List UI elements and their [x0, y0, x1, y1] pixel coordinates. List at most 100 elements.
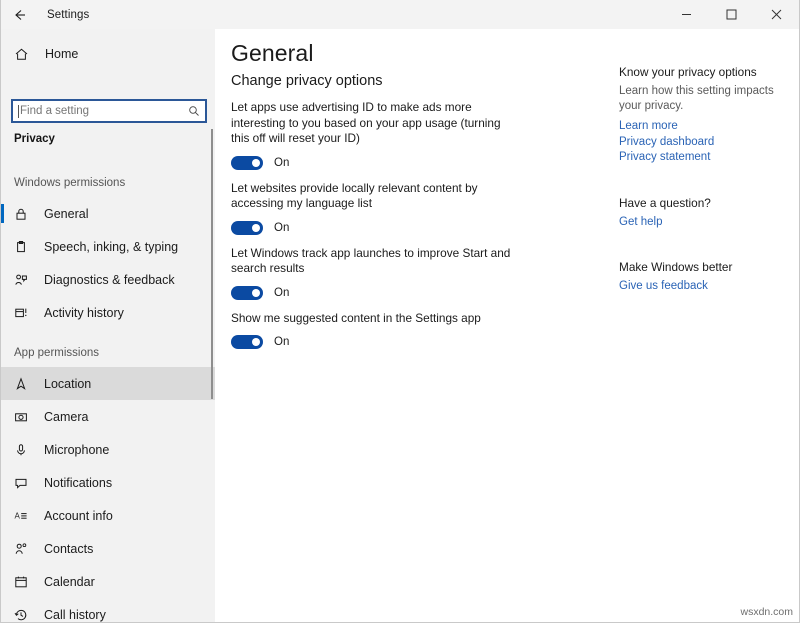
- setting-description: Let apps use advertising ID to make ads …: [231, 100, 521, 147]
- sidebar-item-label: Notifications: [44, 476, 112, 490]
- link-privacy-dashboard[interactable]: Privacy dashboard: [619, 135, 794, 151]
- minimize-icon: [681, 9, 692, 20]
- advertising-id-toggle[interactable]: [231, 156, 263, 170]
- feedback-person-icon: [14, 273, 34, 287]
- sidebar-item-speech-inking-typing[interactable]: Speech, inking, & typing: [1, 230, 215, 263]
- sidebar-item-activity-history[interactable]: Activity history: [1, 296, 215, 329]
- toggle-knob: [252, 224, 260, 232]
- toggle-state-label: On: [274, 222, 289, 234]
- camera-icon: [14, 410, 34, 424]
- sidebar-item-label: Calendar: [44, 575, 95, 589]
- toggle-state-label: On: [274, 287, 289, 299]
- link-give-us-feedback[interactable]: Give us feedback: [619, 279, 794, 295]
- location-pin-icon: [14, 377, 34, 391]
- setting-language-list: Let websites provide locally relevant co…: [231, 181, 601, 237]
- back-arrow-icon: [13, 8, 27, 22]
- setting-description: Let websites provide locally relevant co…: [231, 181, 521, 212]
- setting-app-launch-tracking: Let Windows track app launches to improv…: [231, 246, 601, 302]
- sidebar-item-notifications[interactable]: Notifications: [1, 466, 215, 499]
- setting-advertising-id: Let apps use advertising ID to make ads …: [231, 100, 601, 172]
- contacts-person-icon: [14, 542, 34, 556]
- sidebar-item-label: Microphone: [44, 443, 109, 457]
- notification-bubble-icon: [14, 476, 34, 490]
- group-header-app-permissions: App permissions: [1, 339, 215, 367]
- toggle-knob: [252, 338, 260, 346]
- toggle-state-label: On: [274, 157, 289, 169]
- toggle-knob: [252, 289, 260, 297]
- setting-description: Let Windows track app launches to improv…: [231, 246, 521, 277]
- calendar-icon: [14, 575, 34, 589]
- panel-section-title: Have a question?: [619, 196, 794, 210]
- setting-suggested-content: Show me suggested content in the Setting…: [231, 311, 601, 352]
- search-box[interactable]: [11, 99, 207, 123]
- sidebar-category-title: Privacy: [14, 133, 55, 145]
- sidebar: Home Privacy Windows permissions: [1, 29, 215, 623]
- svg-text:A: A: [15, 511, 21, 520]
- home-icon: [14, 47, 36, 62]
- clock-history-icon: [14, 608, 34, 622]
- sidebar-item-calendar[interactable]: Calendar: [1, 565, 215, 598]
- settings-window: Settings: [0, 0, 800, 623]
- sidebar-item-label: Location: [44, 377, 91, 391]
- link-get-help[interactable]: Get help: [619, 215, 794, 231]
- sidebar-item-call-history[interactable]: Call history: [1, 598, 215, 623]
- back-button[interactable]: [1, 0, 39, 29]
- app-launch-tracking-toggle[interactable]: [231, 286, 263, 300]
- sidebar-scrollbar[interactable]: [211, 29, 214, 623]
- toggle-row: On: [231, 219, 601, 237]
- panel-section-privacy-options: Know your privacy options Learn how this…: [619, 65, 794, 166]
- panel-section-body: Learn how this setting impacts your priv…: [619, 84, 777, 114]
- toggle-state-label: On: [274, 336, 289, 348]
- sidebar-item-microphone[interactable]: Microphone: [1, 433, 215, 466]
- link-learn-more[interactable]: Learn more: [619, 119, 794, 135]
- sidebar-item-label: General: [44, 207, 88, 221]
- toggle-row: On: [231, 284, 601, 302]
- sidebar-item-account-info[interactable]: A Account info: [1, 499, 215, 532]
- toggle-row: On: [231, 333, 601, 351]
- maximize-button[interactable]: [709, 0, 754, 29]
- sidebar-scrollbar-thumb[interactable]: [211, 129, 213, 399]
- sidebar-item-label: Speech, inking, & typing: [44, 240, 178, 254]
- link-privacy-statement[interactable]: Privacy statement: [619, 150, 794, 166]
- account-info-icon: A: [14, 509, 34, 523]
- right-info-panel: Know your privacy options Learn how this…: [619, 29, 794, 623]
- sidebar-item-label: Diagnostics & feedback: [44, 273, 175, 287]
- sidebar-item-location[interactable]: Location: [1, 367, 215, 400]
- sidebar-item-label: Account info: [44, 509, 113, 523]
- title-bar: Settings: [1, 0, 799, 29]
- sidebar-item-label: Activity history: [44, 306, 124, 320]
- toggle-knob: [252, 159, 260, 167]
- maximize-icon: [726, 9, 737, 20]
- panel-section-title: Know your privacy options: [619, 65, 794, 79]
- search-input[interactable]: [19, 105, 183, 117]
- sidebar-item-home[interactable]: Home: [1, 39, 215, 69]
- sidebar-item-label: Contacts: [44, 542, 93, 556]
- window-controls: [664, 0, 799, 29]
- sidebar-item-label: Camera: [44, 410, 88, 424]
- sidebar-home-label: Home: [45, 47, 78, 61]
- sidebar-item-diagnostics-feedback[interactable]: Diagnostics & feedback: [1, 263, 215, 296]
- panel-section-title: Make Windows better: [619, 260, 794, 274]
- suggested-content-toggle[interactable]: [231, 335, 263, 349]
- search-icon[interactable]: [183, 105, 205, 117]
- language-list-toggle[interactable]: [231, 221, 263, 235]
- sidebar-nav-list: Windows permissions General S: [1, 169, 215, 623]
- watermark: wsxdn.com: [740, 606, 793, 618]
- section-heading: Change privacy options: [231, 73, 383, 89]
- lock-icon: [14, 207, 34, 221]
- setting-description: Show me suggested content in the Setting…: [231, 311, 521, 327]
- close-icon: [771, 9, 782, 20]
- sidebar-item-contacts[interactable]: Contacts: [1, 532, 215, 565]
- clipboard-icon: [14, 240, 34, 254]
- page-title: General: [231, 40, 314, 67]
- sidebar-item-camera[interactable]: Camera: [1, 400, 215, 433]
- window-title: Settings: [47, 9, 89, 21]
- settings-list: Let apps use advertising ID to make ads …: [231, 100, 601, 360]
- toggle-row: On: [231, 154, 601, 172]
- panel-section-make-windows-better: Make Windows better Give us feedback: [619, 260, 794, 295]
- minimize-button[interactable]: [664, 0, 709, 29]
- panel-section-question: Have a question? Get help: [619, 196, 794, 231]
- close-button[interactable]: [754, 0, 799, 29]
- sidebar-item-general[interactable]: General: [1, 197, 215, 230]
- sidebar-item-label: Call history: [44, 608, 106, 622]
